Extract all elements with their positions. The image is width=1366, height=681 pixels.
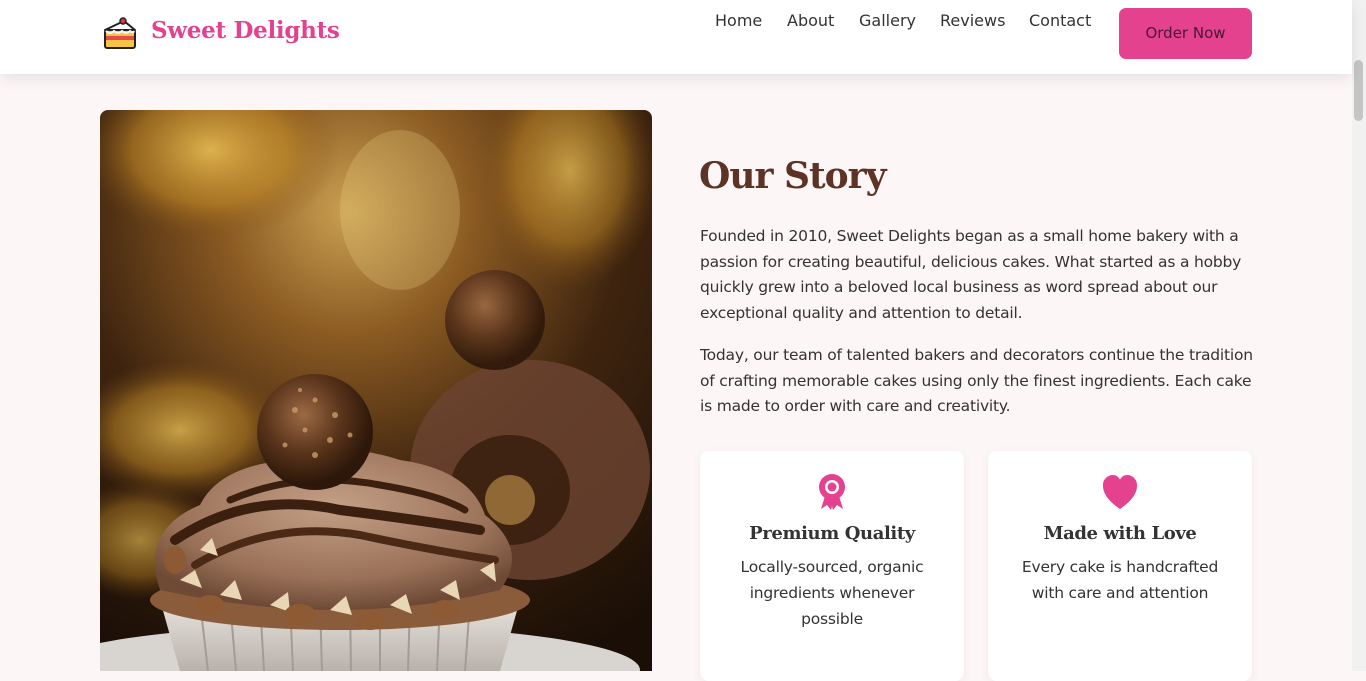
feature-card-love: Made with Love Every cake is handcrafted… <box>988 451 1252 681</box>
award-ribbon-icon <box>819 474 845 510</box>
feature-card-quality: Premium Quality Locally-sourced, organic… <box>700 451 964 681</box>
nav-about[interactable]: About <box>787 11 834 31</box>
nav-home[interactable]: Home <box>715 11 762 31</box>
heart-icon <box>1103 475 1137 509</box>
cupcake-photo <box>100 110 652 671</box>
nav-gallery[interactable]: Gallery <box>859 11 916 31</box>
feature-title: Premium Quality <box>749 523 915 544</box>
site-header: Sweet Delights Home About Gallery Review… <box>0 0 1352 74</box>
nav-contact[interactable]: Contact <box>1029 11 1091 31</box>
feature-description: Every cake is handcrafted with care and … <box>1021 558 1219 602</box>
cupcake-image <box>100 110 652 671</box>
story-paragraph-1: Founded in 2010, Sweet Delights began as… <box>700 227 1242 322</box>
nav-reviews[interactable]: Reviews <box>940 11 1005 31</box>
order-now-button[interactable]: Order Now <box>1119 8 1252 59</box>
cake-slice-icon[interactable] <box>102 16 138 52</box>
feature-description: Locally-sourced, organic ingredients whe… <box>740 558 924 628</box>
brand-name[interactable]: Sweet Delights <box>151 17 340 44</box>
story-paragraph-2: Today, our team of talented bakers and d… <box>700 346 1253 415</box>
section-title: Our Story <box>699 155 887 197</box>
feature-title: Made with Love <box>1043 523 1197 544</box>
scrollbar-thumb[interactable] <box>1354 60 1363 121</box>
